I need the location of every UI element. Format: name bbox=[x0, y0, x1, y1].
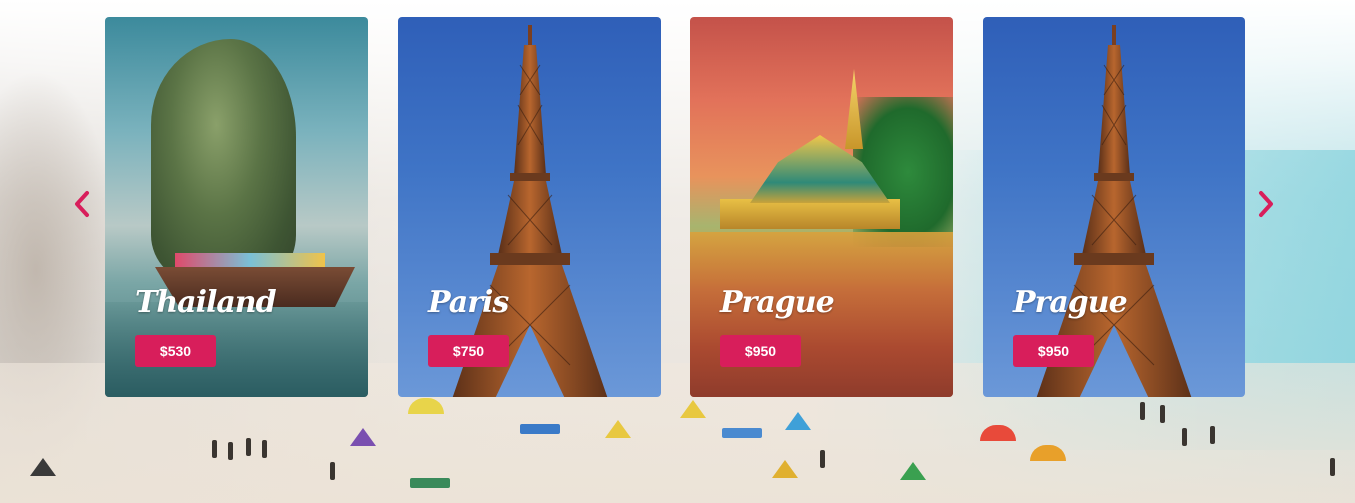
destination-carousel: Thailand $530 Paris $750 Prague $950 Pra… bbox=[0, 0, 1355, 503]
price-button[interactable]: $750 bbox=[428, 335, 509, 367]
destination-title: Paris bbox=[428, 285, 509, 320]
destination-card-prague[interactable]: Prague $950 bbox=[690, 17, 953, 397]
chevron-right-icon bbox=[1259, 191, 1273, 217]
destination-title: Thailand bbox=[135, 285, 277, 320]
chevron-left-icon bbox=[75, 191, 89, 217]
destination-title: Prague bbox=[720, 285, 835, 320]
carousel-prev-button[interactable] bbox=[70, 188, 94, 220]
destination-card-prague-2[interactable]: Prague $950 bbox=[983, 17, 1245, 397]
destination-card-paris[interactable]: Paris $750 bbox=[398, 17, 661, 397]
carousel-next-button[interactable] bbox=[1254, 188, 1278, 220]
price-button[interactable]: $950 bbox=[720, 335, 801, 367]
price-button[interactable]: $950 bbox=[1013, 335, 1094, 367]
price-button[interactable]: $530 bbox=[135, 335, 216, 367]
destination-card-thailand[interactable]: Thailand $530 bbox=[105, 17, 368, 397]
destination-title: Prague bbox=[1013, 285, 1128, 320]
